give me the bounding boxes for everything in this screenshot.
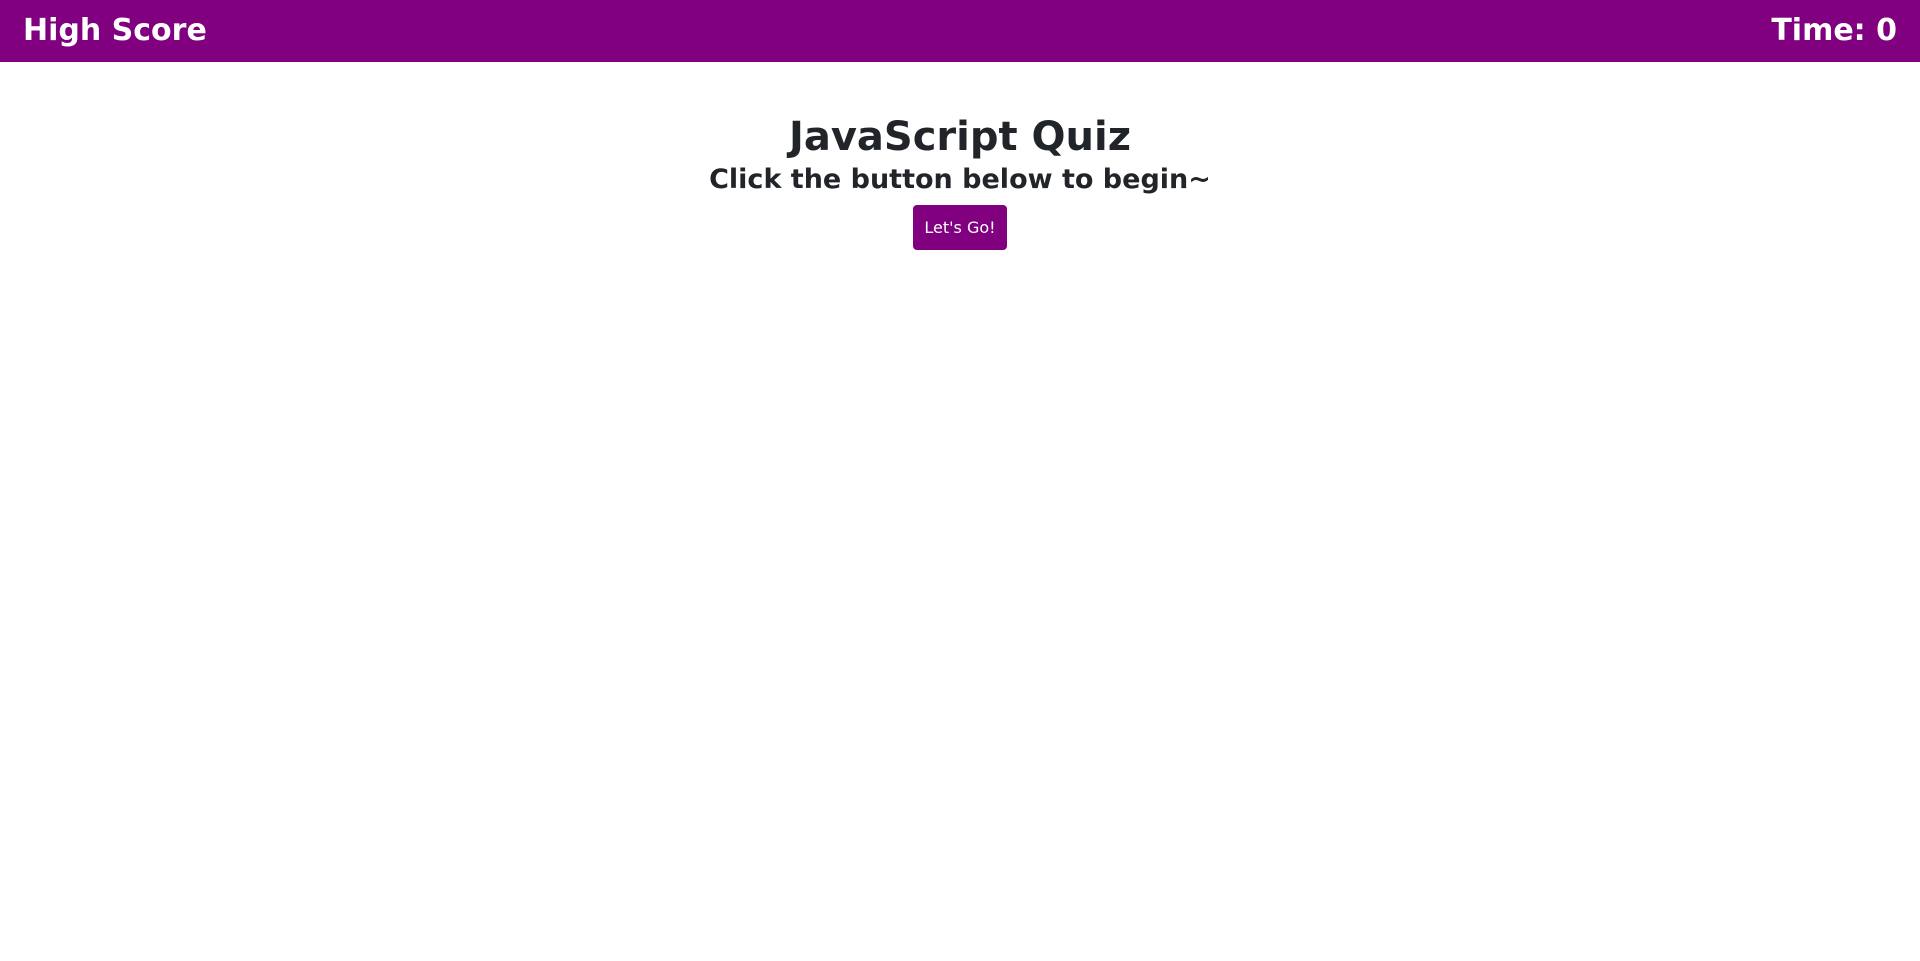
instructions-text: Click the button below to begin~ xyxy=(709,164,1211,195)
start-quiz-button[interactable]: Let's Go! xyxy=(913,204,1007,250)
high-score-link[interactable]: High Score xyxy=(23,16,207,46)
timer-display: Time: 0 xyxy=(1771,13,1897,48)
quiz-start-panel: JavaScript Quiz Click the button below t… xyxy=(0,113,1920,250)
top-navbar: High Score Time: 0 xyxy=(0,0,1920,62)
page-title: JavaScript Quiz xyxy=(788,114,1132,160)
